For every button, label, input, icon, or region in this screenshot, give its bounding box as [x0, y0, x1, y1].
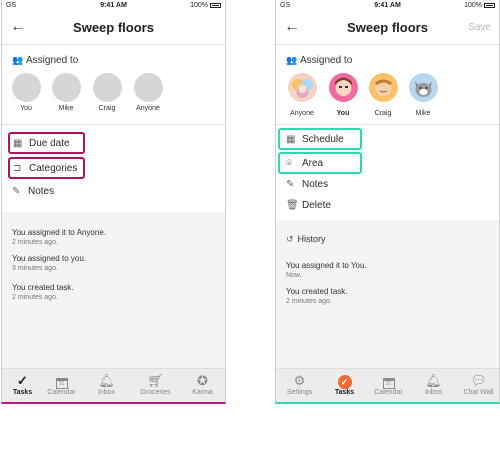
page-title: Sweep floors	[347, 20, 428, 35]
anyone-avatar	[287, 73, 317, 102]
nav-bar: ← Sweep floors	[2, 12, 225, 45]
tag-icon: ⊐	[13, 163, 22, 174]
assignee-mike[interactable]: Mike	[46, 73, 86, 112]
battery-indicator: 100%	[464, 2, 495, 9]
people-icon: 👥	[286, 55, 298, 65]
history-item: You created task. 2 minutes ago.	[286, 287, 348, 305]
people-icon: 👥	[12, 55, 24, 65]
notes-row[interactable]: ✎ Notes	[12, 186, 54, 197]
battery-icon	[484, 3, 495, 8]
history-panel: You assigned it to Anyone. 2 minutes ago.…	[2, 212, 225, 368]
assignee-name: Anyone	[290, 110, 314, 117]
location-pin-icon: ⌾	[286, 158, 292, 169]
area-row[interactable]: ⌾ Area	[278, 152, 362, 174]
history-item: You created task. 2 minutes ago.	[12, 283, 74, 301]
tab-calendar[interactable]: 31 Calendar	[39, 372, 84, 396]
assigned-to-header: 👥 Assigned to	[12, 55, 79, 66]
history-item: You assigned it to Anyone. 2 minutes ago.	[12, 228, 106, 246]
assignee-you[interactable]: You	[323, 73, 363, 117]
schedule-row[interactable]: ▦ Schedule	[278, 128, 362, 150]
cart-icon: 🛒︎	[147, 373, 164, 388]
calendar-icon: 31	[382, 378, 395, 389]
assignee-name: You	[20, 105, 32, 112]
avatar	[92, 73, 122, 102]
assignee-anyone[interactable]: Anyone	[282, 73, 322, 117]
assignee-craig[interactable]: Craig	[87, 73, 127, 112]
assignee-list: You Mike Craig Anyone	[2, 73, 225, 118]
mike-avatar	[408, 73, 438, 102]
calendar-icon: ▦	[13, 138, 23, 149]
avatar	[51, 73, 81, 102]
page-title: Sweep floors	[73, 20, 154, 35]
status-bar: GS 9:41 AM 100%	[2, 0, 225, 12]
battery-indicator: 100%	[190, 2, 221, 9]
avatar	[11, 73, 41, 102]
tab-bar: ✓ Tasks 31 Calendar 🔔︎ Inbox 🛒︎ Groceries ✪ K…	[2, 368, 225, 402]
status-bar: GS 9:41 AM 100%	[276, 0, 499, 12]
assignee-anyone[interactable]: Anyone	[128, 73, 168, 112]
assignee-name: Craig	[374, 110, 392, 117]
due-date-row[interactable]: ▦ Due date	[8, 132, 85, 154]
gear-icon: ⚙	[293, 373, 306, 388]
assignee-you[interactable]: You	[6, 73, 46, 112]
avatar	[133, 73, 163, 102]
assigned-to-header: 👥 Assigned to	[286, 55, 353, 66]
bell-icon: 🔔︎	[425, 373, 442, 388]
calendar-icon: ▦	[286, 134, 296, 145]
after-screen: GS 9:41 AM 100% ← Sweep floors Save 👥 Ass…	[275, 0, 500, 404]
battery-icon	[210, 3, 221, 8]
assignee-name: Craig	[98, 105, 116, 112]
tab-bar: ⚙ Settings ✓ Tasks 31 Calendar 🔔︎ Inbox 💬︎ Ch…	[276, 368, 499, 402]
assignee-name: Mike	[415, 110, 431, 117]
tab-tasks[interactable]: ✓ Tasks	[322, 372, 367, 396]
history-panel: ↺ History You assigned it to You. Now. You…	[276, 220, 499, 368]
categories-row[interactable]: ⊐ Categories	[8, 157, 85, 179]
tab-settings[interactable]: ⚙ Settings	[277, 372, 322, 396]
history-item: You assigned it to You. Now.	[286, 261, 367, 279]
notes-row[interactable]: ✎ Notes	[286, 179, 328, 190]
trash-icon: 🗑︎	[286, 200, 299, 211]
assignee-name: Anyone	[136, 105, 160, 112]
divider	[2, 124, 225, 125]
you-avatar	[328, 73, 358, 102]
karma-icon: ✪	[197, 373, 208, 388]
save-button[interactable]: Save	[468, 22, 491, 33]
chat-bubbles-icon: 💬︎	[470, 373, 487, 388]
tab-calendar[interactable]: 31 Calendar	[366, 372, 411, 396]
assignee-name: Mike	[58, 105, 74, 112]
pencil-icon: ✎	[12, 186, 21, 197]
tab-inbox[interactable]: 🔔︎ Inbox	[411, 372, 456, 396]
tab-inbox[interactable]: 🔔︎ Inbox	[84, 372, 129, 396]
checkmark-icon: ✓	[337, 375, 352, 389]
craig-avatar	[368, 73, 398, 102]
delete-row[interactable]: 🗑︎ Delete	[286, 200, 331, 211]
bell-icon: 🔔︎	[98, 373, 115, 388]
tab-chat-wall[interactable]: 💬︎ Chat Wall	[456, 372, 499, 396]
history-header: ↺ History	[286, 234, 326, 244]
divider	[276, 124, 499, 125]
assignee-mike[interactable]: Mike	[403, 73, 443, 117]
history-clock-icon: ↺	[286, 234, 294, 244]
before-screen: GS 9:41 AM 100% ← Sweep floors 👥 Assigned…	[1, 0, 226, 404]
calendar-icon: 31	[55, 378, 68, 389]
tab-karma[interactable]: ✪ Karma	[180, 372, 225, 396]
history-item: You assigned to you. 3 minutes ago.	[12, 254, 86, 272]
assignee-list: Anyone You Craig Mike	[276, 73, 499, 118]
assignee-craig[interactable]: Craig	[363, 73, 403, 117]
pencil-icon: ✎	[286, 179, 295, 190]
assignee-name: You	[336, 110, 350, 117]
nav-bar: ← Sweep floors Save	[276, 12, 499, 45]
tab-groceries[interactable]: 🛒︎ Groceries	[133, 372, 178, 396]
